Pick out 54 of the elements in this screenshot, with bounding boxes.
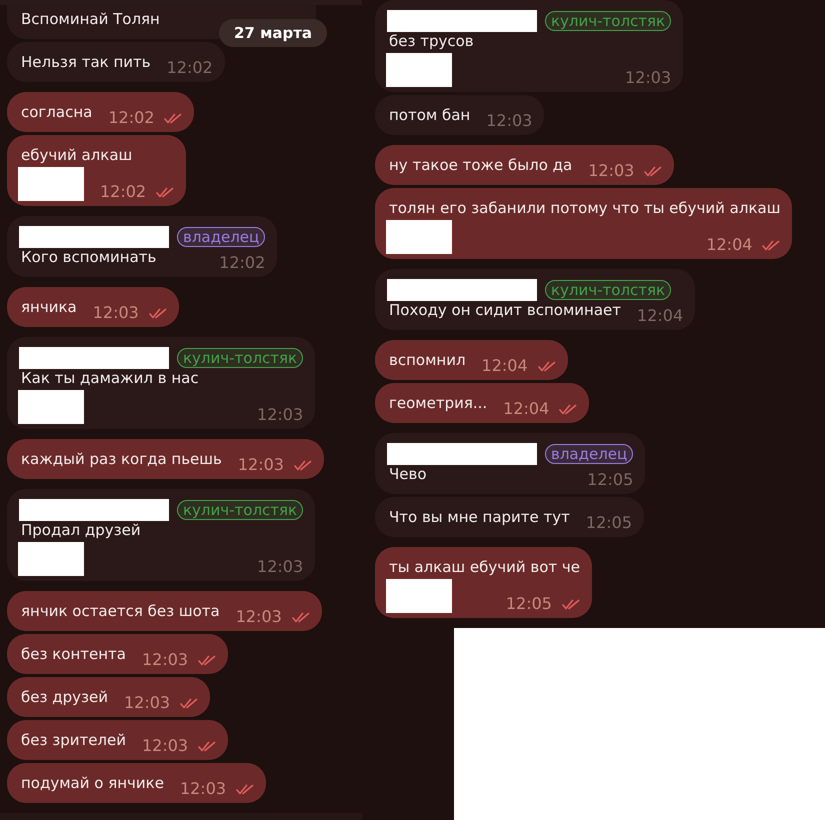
message-time: 12:04	[637, 307, 684, 325]
message-time: 12:03	[238, 456, 284, 474]
message-time: 12:04	[482, 357, 528, 375]
message-time: 12:02	[100, 183, 146, 202]
role-tag: владелец	[545, 444, 634, 464]
message-text: Вспоминай Толян	[21, 10, 160, 30]
message-text: без зрителей	[21, 731, 126, 752]
message-time: 12:03	[142, 737, 188, 756]
role-tag: кулич-толстяк	[177, 348, 304, 368]
message-time: 12:04	[706, 236, 752, 254]
message-text: вспомнил	[389, 351, 466, 371]
message-time: 12:05	[586, 514, 632, 532]
message-time: 12:03	[180, 780, 226, 798]
message-text: потом бан	[389, 106, 470, 126]
message-text: ну такое тоже было да	[389, 156, 572, 176]
message-time: 12:04	[503, 400, 550, 418]
message-text: каждый раз когда пьешь	[21, 450, 222, 470]
message-text: Продал друзей	[21, 521, 142, 540]
message-time: 12:03	[236, 608, 282, 626]
message-time: 12:03	[257, 558, 304, 576]
message-text: без трусов	[389, 32, 475, 50]
message-time: 12:03	[486, 112, 532, 130]
role-tag: кулич-толстяк	[545, 11, 672, 31]
message-text: геометрия...	[389, 394, 488, 414]
role-tag: владелец	[177, 227, 266, 248]
message-text: подумай о янчике	[21, 774, 164, 794]
message-text: янчика	[21, 298, 77, 318]
message-text: ебучий алкаш	[21, 146, 134, 164]
message-text: без контента	[21, 645, 126, 666]
role-tag: кулич-толстяк	[545, 280, 672, 300]
message-time: 12:05	[506, 595, 552, 613]
message-text: толян его забанили потому что ты ебучий алкаш	[389, 199, 780, 217]
message-text: Походу он сидит вспоминает	[389, 301, 622, 321]
message-text: согласна	[21, 103, 92, 124]
message-time: 12:02	[166, 59, 213, 78]
role-tag: кулич-толстяк	[177, 500, 304, 520]
message-text: янчик остается без шота	[21, 602, 220, 622]
message-text: без друзей	[21, 688, 108, 708]
message-time: 12:03	[257, 406, 304, 424]
message-time: 12:02	[108, 109, 154, 128]
message-text: Как ты дамажил в нас	[21, 369, 200, 388]
message-time: 12:03	[588, 162, 634, 180]
message-time: 12:02	[219, 254, 266, 272]
message-text: Кого вспоминать	[21, 248, 156, 268]
message-text: Нельзя так пить	[21, 53, 151, 74]
message-time: 12:03	[142, 651, 188, 670]
message-text: Что вы мне парите тут	[389, 508, 570, 528]
date-badge: 27 марта	[219, 19, 328, 47]
message-text: Чево	[389, 465, 427, 485]
message-time: 12:05	[587, 471, 634, 489]
message-text: ты алкаш ебучий вот че	[389, 558, 580, 576]
message-time: 12:03	[92, 304, 139, 322]
message-time: 12:03	[625, 69, 672, 87]
message-time: 12:03	[124, 694, 170, 712]
